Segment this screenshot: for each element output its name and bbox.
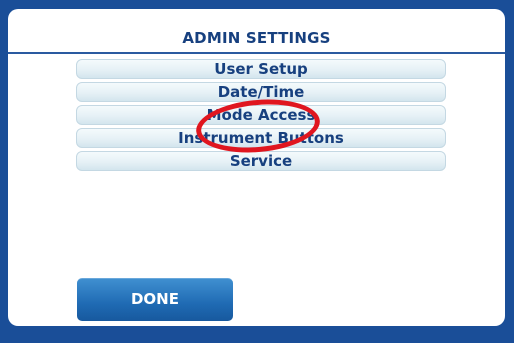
menu-item-mode-access[interactable]: Mode Access: [76, 105, 446, 125]
page-title: ADMIN SETTINGS: [182, 29, 331, 47]
menu-item-user-setup[interactable]: User Setup: [76, 59, 446, 79]
title-divider: [8, 52, 505, 54]
admin-settings-panel: ADMIN SETTINGS User Setup Date/Time Mode…: [8, 9, 505, 326]
menu-item-instrument-buttons[interactable]: Instrument Buttons: [76, 128, 446, 148]
done-button[interactable]: DONE: [77, 278, 233, 321]
settings-menu: User Setup Date/Time Mode Access Instrum…: [76, 59, 446, 174]
menu-item-service[interactable]: Service: [76, 151, 446, 171]
menu-item-date-time[interactable]: Date/Time: [76, 82, 446, 102]
